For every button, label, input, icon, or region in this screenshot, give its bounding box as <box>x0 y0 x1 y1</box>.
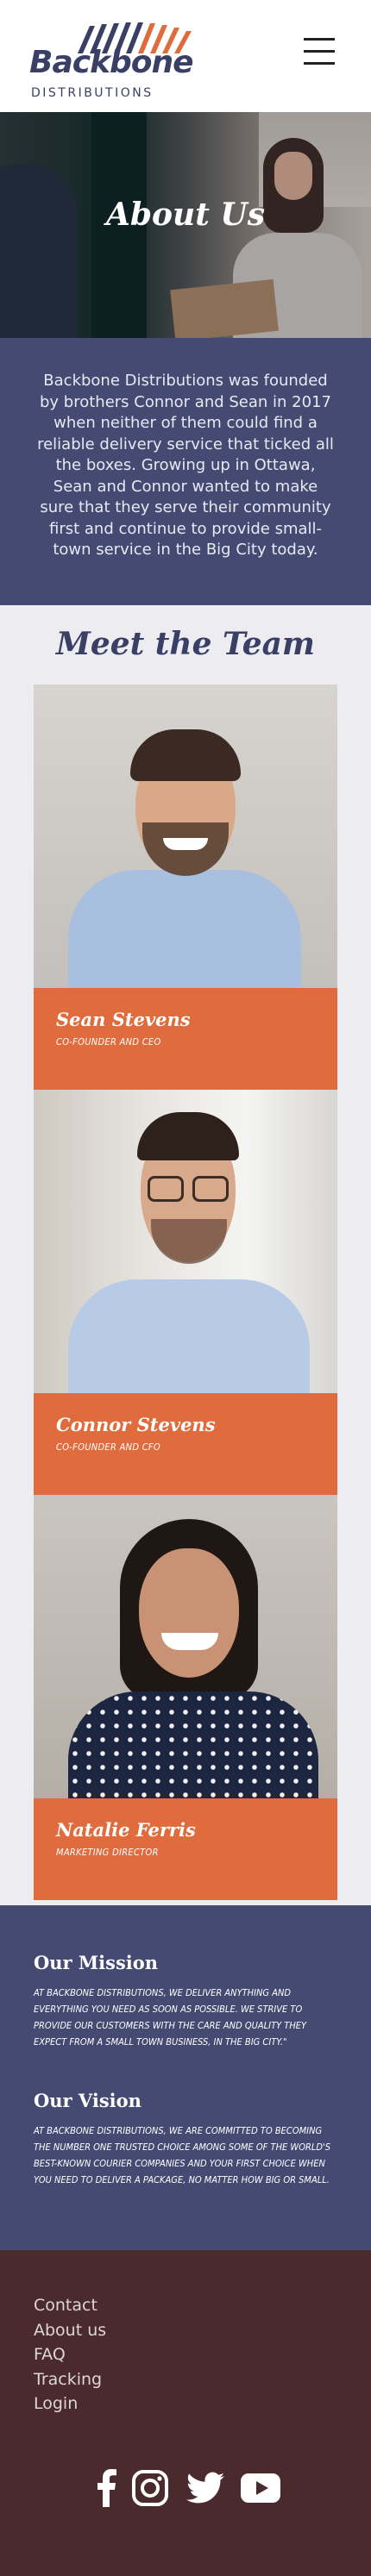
hamburger-menu-icon[interactable] <box>304 38 335 66</box>
team-member-role: CO-FOUNDER AND CFO <box>56 1441 161 1453</box>
photo-face <box>139 1548 239 1678</box>
photo-blouse <box>68 1691 318 1798</box>
team-member-name: Sean Stevens <box>56 1009 191 1030</box>
about-text: Backbone Distributions was founded by br… <box>37 372 334 559</box>
menu-bar <box>304 62 335 65</box>
mission-text: AT BACKBONE DISTRIBUTIONS, WE DELIVER AN… <box>34 1987 307 2048</box>
team-card: Connor Stevens CO-FOUNDER AND CFO <box>34 1090 337 1495</box>
team-member-role: MARKETING DIRECTOR <box>56 1847 159 1858</box>
footer-link-login[interactable]: Login <box>34 2392 106 2417</box>
hero-banner: About Us <box>0 112 371 338</box>
photo-smile <box>163 838 208 850</box>
facebook-icon[interactable] <box>86 2467 128 2509</box>
site-footer: Contact About us FAQ Tracking Login <box>0 2250 371 2576</box>
menu-bar <box>304 38 335 41</box>
footer-link-faq[interactable]: FAQ <box>34 2342 106 2367</box>
vision-text: AT BACKBONE DISTRIBUTIONS, WE ARE COMMIT… <box>34 2125 330 2185</box>
team-member-name: Natalie Ferris <box>56 1819 196 1841</box>
brand-tagline: DISTRIBUTIONS <box>31 86 154 100</box>
team-member-photo <box>34 685 337 988</box>
photo-shirt <box>68 1279 310 1393</box>
team-title: Meet the Team <box>55 626 316 662</box>
team-card-info: Connor Stevens CO-FOUNDER AND CFO <box>34 1393 337 1495</box>
social-links <box>86 2467 285 2510</box>
brand-logo[interactable]: Backbone DISTRIBUTIONS <box>29 16 194 100</box>
instagram-icon[interactable] <box>129 2467 171 2509</box>
footer-link-contact[interactable]: Contact <box>34 2293 106 2318</box>
mission-heading: Our Mission <box>34 1952 159 1973</box>
photo-glasses <box>148 1176 184 1202</box>
twitter-icon[interactable] <box>185 2467 226 2509</box>
youtube-icon[interactable] <box>240 2467 281 2509</box>
site-header: Backbone DISTRIBUTIONS <box>0 0 371 112</box>
page-title: About Us <box>105 197 266 233</box>
menu-bar <box>304 50 335 53</box>
photo-smile <box>161 1633 218 1650</box>
team-member-photo <box>34 1090 337 1393</box>
footer-nav: Contact About us FAQ Tracking Login <box>34 2293 106 2417</box>
team-member-role: CO-FOUNDER AND CEO <box>56 1036 161 1047</box>
team-member-photo <box>34 1495 337 1798</box>
team-card-info: Natalie Ferris MARKETING DIRECTOR <box>34 1798 337 1900</box>
team-member-name: Connor Stevens <box>56 1414 216 1435</box>
team-card-info: Sean Stevens CO-FOUNDER AND CEO <box>34 988 337 1090</box>
team-card: Sean Stevens CO-FOUNDER AND CEO <box>34 685 337 1090</box>
photo-shirt <box>68 870 301 988</box>
mission-vision-section: Our Mission AT BACKBONE DISTRIBUTIONS, W… <box>0 1905 371 2250</box>
footer-link-about[interactable]: About us <box>34 2318 106 2343</box>
footer-link-tracking[interactable]: Tracking <box>34 2367 106 2392</box>
team-card: Natalie Ferris MARKETING DIRECTOR <box>34 1495 337 1900</box>
about-section: Backbone Distributions was founded by br… <box>0 338 371 605</box>
photo-glasses <box>192 1176 229 1202</box>
brand-name: Backbone <box>29 45 194 80</box>
vision-heading: Our Vision <box>34 2090 141 2111</box>
